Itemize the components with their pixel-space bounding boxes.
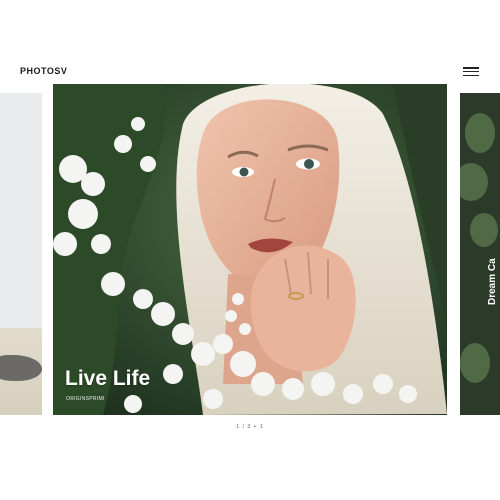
slide-title[interactable]: Live Life: [65, 367, 150, 391]
next-slide-title: Dream Ca: [487, 258, 498, 305]
menu-line: [463, 74, 479, 76]
menu-line: [463, 70, 479, 73]
leaf-shape: [460, 163, 488, 201]
leaf-shape: [470, 213, 498, 247]
site-logo[interactable]: PHOTOSV: [20, 66, 67, 76]
portrait-photo: [53, 84, 447, 415]
current-slide[interactable]: Live Life ORIGINSPRIMI: [53, 84, 447, 415]
leaf-shape: [465, 113, 495, 153]
hamburger-menu-icon[interactable]: [463, 67, 479, 76]
menu-line: [463, 67, 479, 69]
slide-pager[interactable]: 1 / 3 + 1: [0, 424, 500, 430]
previous-slide[interactable]: [0, 93, 42, 415]
leaf-shape: [460, 343, 490, 383]
next-slide[interactable]: Dream Ca: [460, 93, 500, 415]
slide-subtitle: ORIGINSPRIMI: [66, 396, 105, 402]
